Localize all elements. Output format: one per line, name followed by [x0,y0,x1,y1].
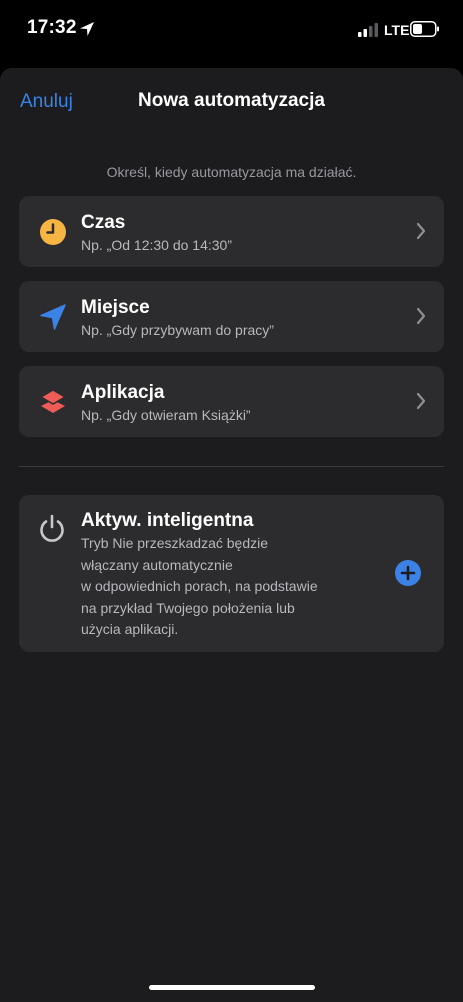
chevron-right-icon [416,222,426,240]
trigger-time[interactable]: Czas Np. „Od 12:30 do 14:30” [19,196,444,267]
trigger-app-label: Aplikacja [81,382,165,403]
trigger-time-label: Czas [81,212,126,233]
page-title: Nowa automatyzacja [138,90,325,111]
smart-activation-card: Aktyw. inteligentna Tryb Nie przeszkadza… [19,495,444,652]
trigger-location-label: Miejsce [81,297,150,318]
app-layers-icon [39,389,67,413]
trigger-app[interactable]: Aplikacja Np. „Gdy otwieram Książki” [19,366,444,437]
smart-activation-label: Aktyw. inteligentna [81,510,254,531]
add-smart-activation-button[interactable] [395,560,421,586]
section-divider [19,466,444,467]
smart-activation-description: Tryb Nie przeszkadzać będzie włączany au… [81,535,318,637]
network-type: LTE [384,22,410,38]
trigger-app-example: Np. „Gdy otwieram Książki” [81,407,251,423]
status-time: 17:32 [27,17,77,38]
trigger-time-example: Np. „Od 12:30 do 14:30” [81,237,232,253]
status-bar: 17:32 LTE [0,0,463,62]
trigger-location-example: Np. „Gdy przybywam do pracy” [81,322,274,338]
home-indicator[interactable] [149,985,315,990]
chevron-right-icon [416,392,426,410]
trigger-location[interactable]: Miejsce Np. „Gdy przybywam do pracy” [19,281,444,352]
location-services-icon [80,22,94,36]
instruction-text: Określ, kiedy automatyzacja ma działać. [106,164,357,180]
new-automation-sheet: Anuluj Nowa automatyzacja Określ, kiedy … [0,68,463,1002]
clock-icon [40,219,66,245]
battery-icon [410,21,439,37]
location-arrow-icon [40,304,66,330]
power-icon [40,514,64,542]
chevron-right-icon [416,307,426,325]
cellular-signal-icon [358,23,378,37]
